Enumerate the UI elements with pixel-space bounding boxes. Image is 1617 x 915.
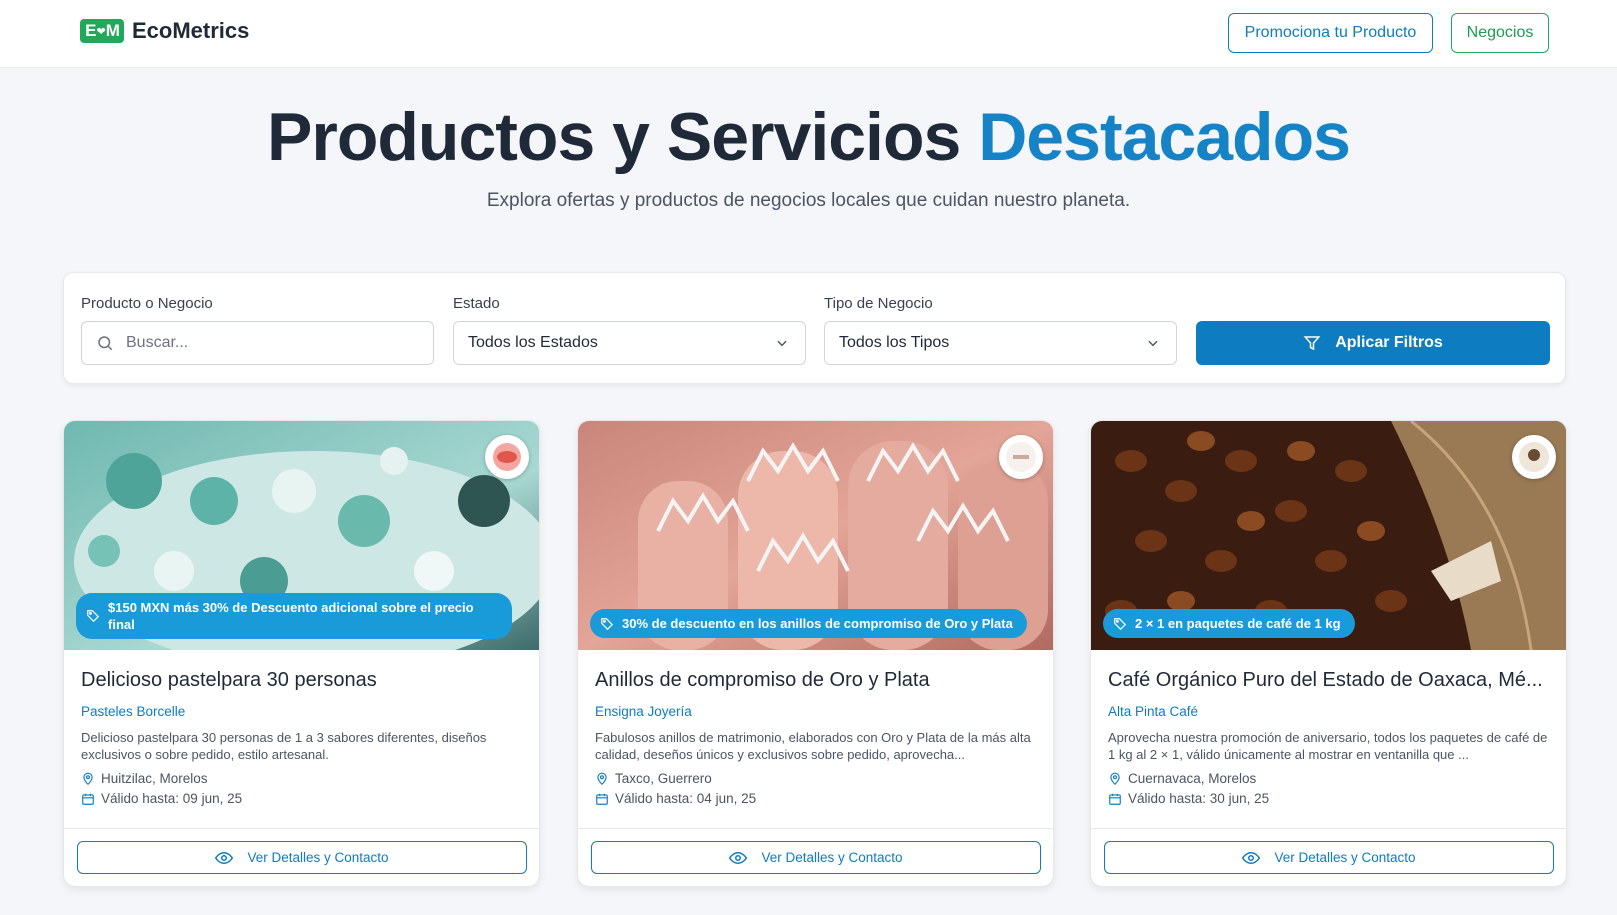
- calendar-icon: [1109, 793, 1121, 805]
- view-details-button[interactable]: Ver Detalles y Contacto: [1104, 841, 1554, 874]
- tag-icon: [601, 617, 614, 630]
- business-name-link[interactable]: Alta Pinta Café: [1108, 704, 1198, 719]
- page-title: Productos y Servicios Destacados: [0, 98, 1617, 176]
- business-type-select[interactable]: Todos los Tipos: [824, 321, 1177, 365]
- eye-icon: [215, 851, 234, 864]
- state-select[interactable]: Todos los Estados: [453, 321, 806, 365]
- top-navbar: E ❤ M EcoMetrics Promociona tu Producto Ne…: [0, 0, 1617, 68]
- product-image-cake[interactable]: $150 MXN más 30% de Descuento adicional …: [64, 421, 539, 650]
- location-text: Cuernavaca, Morelos: [1128, 771, 1257, 786]
- search-icon: [98, 336, 113, 351]
- page-title-main: Productos y Servicios: [267, 99, 961, 175]
- card-divider: [1091, 828, 1566, 829]
- business-type-select-value: Todos los Tipos: [839, 334, 950, 351]
- valid-until-text: Válido hasta: 09 jun, 25: [101, 791, 243, 806]
- promo-text: 2 × 1 en paquetes de café de 1 kg: [1135, 616, 1341, 631]
- business-avatar[interactable]: [1512, 435, 1556, 479]
- search-label: Producto o Negocio: [81, 295, 213, 312]
- business-name-link[interactable]: Pasteles Borcelle: [81, 704, 185, 719]
- view-details-label: Ver Detalles y Contacto: [1274, 850, 1416, 865]
- location-pin-icon: [597, 772, 607, 785]
- view-details-label: Ver Detalles y Contacto: [761, 850, 903, 865]
- businesses-button[interactable]: Negocios: [1451, 13, 1549, 53]
- card-divider: [64, 828, 539, 829]
- promote-product-button[interactable]: Promociona tu Producto: [1228, 13, 1433, 53]
- product-title[interactable]: Café Orgánico Puro del Estado de Oaxaca,…: [1108, 669, 1553, 692]
- product-description: Fabulosos anillos de matrimonio, elabora…: [595, 730, 1031, 762]
- state-select-value: Todos los Estados: [468, 334, 598, 351]
- valid-until-text: Válido hasta: 04 jun, 25: [615, 791, 757, 806]
- promo-text: $150 MXN más 30% de Descuento adicional …: [108, 600, 474, 632]
- view-details-button[interactable]: Ver Detalles y Contacto: [591, 841, 1041, 874]
- tag-icon: [1114, 617, 1127, 630]
- apply-filters-button[interactable]: Aplicar Filtros: [1196, 321, 1550, 365]
- filter-panel: Producto o Negocio Estado Todos los Esta…: [63, 272, 1566, 384]
- product-card: 30% de descuento en los anillos de compr…: [577, 420, 1054, 887]
- page-subtitle: Explora ofertas y productos de negocios …: [486, 190, 1131, 211]
- eye-icon: [1242, 851, 1261, 864]
- location-row: Huitzilac, Morelos: [81, 771, 208, 786]
- promo-badge: $150 MXN más 30% de Descuento adicional …: [76, 593, 512, 639]
- business-avatar[interactable]: [485, 435, 529, 479]
- business-avatar[interactable]: [999, 435, 1043, 479]
- promo-badge: 30% de descuento en los anillos de compr…: [590, 609, 1027, 638]
- business-logo-icon: [493, 443, 521, 471]
- valid-until-row: Válido hasta: 30 jun, 25: [1108, 791, 1269, 806]
- location-text: Huitzilac, Morelos: [101, 771, 208, 786]
- view-details-button[interactable]: Ver Detalles y Contacto: [77, 841, 527, 874]
- product-title[interactable]: Anillos de compromiso de Oro y Plata: [595, 669, 1040, 692]
- tag-icon: [87, 610, 100, 623]
- product-card: 2 × 1 en paquetes de café de 1 kg Café O…: [1090, 420, 1567, 887]
- filter-icon: [1303, 336, 1321, 351]
- location-row: Taxco, Guerrero: [595, 771, 712, 786]
- product-card: $150 MXN más 30% de Descuento adicional …: [63, 420, 540, 887]
- view-details-label: Ver Detalles y Contacto: [247, 850, 389, 865]
- search-field[interactable]: [81, 321, 434, 365]
- business-name-link[interactable]: Ensigna Joyería: [595, 704, 692, 719]
- promo-badge: 2 × 1 en paquetes de café de 1 kg: [1103, 609, 1355, 638]
- product-image-coffee[interactable]: 2 × 1 en paquetes de café de 1 kg: [1091, 421, 1566, 650]
- location-text: Taxco, Guerrero: [615, 771, 712, 786]
- location-pin-icon: [1110, 772, 1120, 785]
- valid-until-text: Válido hasta: 30 jun, 25: [1128, 791, 1270, 806]
- chevron-down-icon: [777, 340, 787, 347]
- search-input[interactable]: [82, 322, 433, 364]
- location-pin-icon: [83, 772, 93, 785]
- logo-mark-icon: E ❤ M: [80, 19, 124, 43]
- brand-name: EcoMetrics: [132, 18, 250, 43]
- product-description: Delicioso pastelpara 30 personas de 1 a …: [81, 730, 487, 762]
- valid-until-row: Válido hasta: 09 jun, 25: [81, 791, 242, 806]
- product-title[interactable]: Delicioso pastelpara 30 personas: [81, 669, 526, 692]
- calendar-icon: [596, 793, 608, 805]
- product-description: Aprovecha nuestra promoción de aniversar…: [1108, 730, 1548, 762]
- page-title-accent: Destacados: [978, 99, 1351, 175]
- eye-icon: [729, 851, 748, 864]
- calendar-icon: [82, 793, 94, 805]
- state-label: Estado: [453, 295, 500, 312]
- chevron-down-icon: [1148, 340, 1158, 347]
- business-type-label: Tipo de Negocio: [824, 295, 933, 312]
- promo-text: 30% de descuento en los anillos de compr…: [622, 616, 1013, 631]
- brand-logo[interactable]: E ❤ M EcoMetrics: [80, 18, 249, 44]
- business-logo-icon: [1519, 442, 1549, 472]
- apply-filters-label: Aplicar Filtros: [1335, 334, 1443, 351]
- card-divider: [578, 828, 1053, 829]
- location-row: Cuernavaca, Morelos: [1108, 771, 1256, 786]
- valid-until-row: Válido hasta: 04 jun, 25: [595, 791, 756, 806]
- business-logo-icon: [1006, 442, 1036, 472]
- product-image-rings[interactable]: 30% de descuento en los anillos de compr…: [578, 421, 1053, 650]
